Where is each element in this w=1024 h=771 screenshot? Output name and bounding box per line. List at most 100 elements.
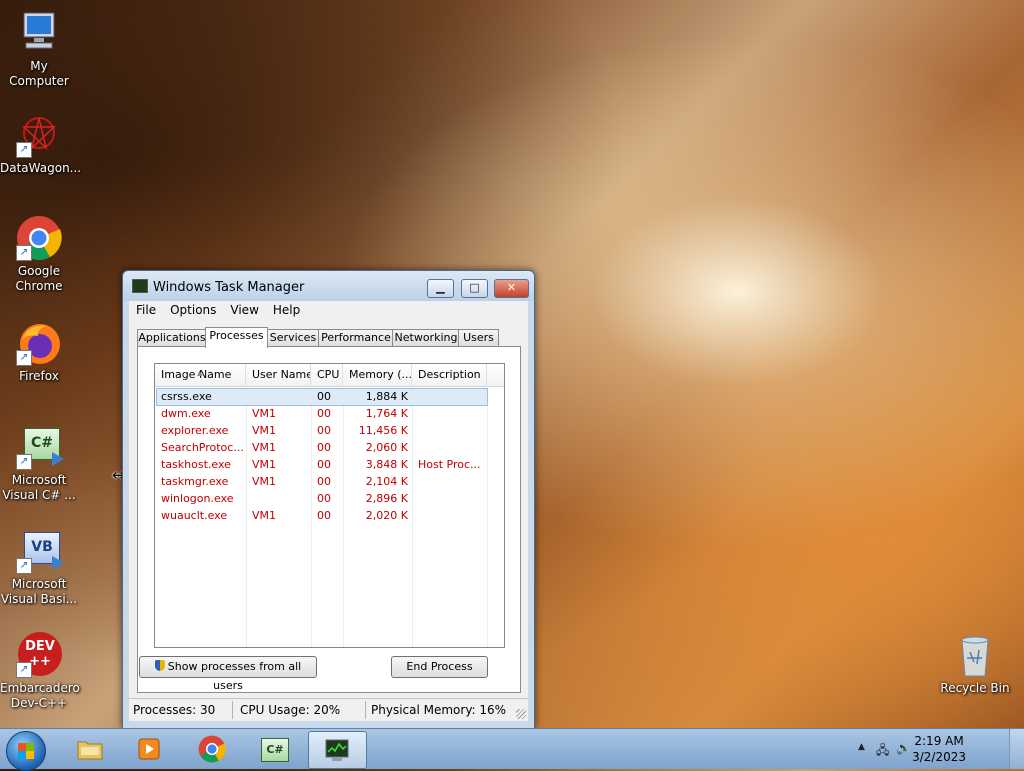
- uac-shield-icon: [154, 660, 165, 671]
- table-row[interactable]: SearchProtoc... VM1 00 2,060 K: [155, 439, 504, 456]
- window-client-area: File Options View Help Applications Process…: [129, 301, 528, 721]
- visual-csharp-icon: C#: [261, 735, 289, 763]
- tab-processes[interactable]: Processes: [205, 327, 268, 348]
- minimize-button[interactable]: ▁: [427, 279, 454, 298]
- list-header: Image Name ▲ User Name CPU Memory (... De…: [155, 364, 504, 387]
- column-header-image-name[interactable]: Image Name ▲: [155, 364, 246, 386]
- sort-up-icon: ▲: [197, 369, 203, 377]
- cell-cpu: 00: [317, 509, 331, 522]
- clock-time: 2:19 AM: [914, 734, 964, 748]
- desktop-icon-google-chrome[interactable]: ↗ Google Chrome: [0, 215, 78, 294]
- menu-help[interactable]: Help: [266, 302, 307, 318]
- tab-performance[interactable]: Performance: [318, 329, 394, 347]
- cell-name: csrss.exe: [161, 390, 212, 403]
- cell-description: [412, 389, 487, 405]
- maximize-icon: □: [469, 281, 480, 294]
- shortcut-arrow-icon: ↗: [16, 558, 32, 574]
- cell-user: VM1: [252, 475, 277, 488]
- cell-user: [246, 491, 311, 507]
- show-desktop-button[interactable]: [1009, 729, 1024, 769]
- taskbar-media-player[interactable]: [122, 731, 178, 767]
- menu-file[interactable]: File: [129, 302, 163, 318]
- windows-logo-icon: [18, 743, 34, 759]
- table-row[interactable]: taskmgr.exe VM1 00 2,104 K: [155, 473, 504, 490]
- desktop-icon-label: My Computer: [9, 59, 69, 88]
- start-button[interactable]: [6, 731, 46, 771]
- maximize-button[interactable]: □: [461, 279, 488, 298]
- arrow-icon: [52, 556, 64, 570]
- taskbar-chrome[interactable]: [184, 731, 240, 767]
- chrome-icon: [198, 735, 226, 763]
- cell-memory: 2,020 K: [365, 509, 408, 522]
- resize-grip-icon[interactable]: [516, 709, 526, 719]
- status-divider: [365, 701, 366, 719]
- tab-networking[interactable]: Networking: [392, 329, 460, 347]
- cell-cpu: 00: [317, 441, 331, 454]
- processes-panel: Image Name ▲ User Name CPU Memory (... De…: [137, 346, 521, 693]
- table-row[interactable]: wuauclt.exe VM1 00 2,020 K: [155, 507, 504, 524]
- taskbar-explorer[interactable]: [62, 731, 118, 767]
- close-button[interactable]: ✕: [494, 279, 529, 298]
- show-hidden-icons-icon[interactable]: ▲: [858, 742, 865, 752]
- column-header-memory[interactable]: Memory (...: [343, 364, 412, 386]
- menu-options[interactable]: Options: [163, 302, 223, 318]
- cell-memory: 2,060 K: [365, 441, 408, 454]
- desktop-icon-visual-csharp[interactable]: C# ↗ Microsoft Visual C# ...: [0, 424, 78, 503]
- column-header-user-name[interactable]: User Name: [246, 364, 311, 386]
- status-divider: [232, 701, 233, 719]
- table-row[interactable]: csrss.exe 00 1,884 K: [155, 388, 504, 406]
- desktop-icon-label: Firefox: [19, 369, 59, 383]
- desktop-icon-datawagon[interactable]: ↗ DataWagon...: [0, 112, 82, 176]
- status-cpu-usage: CPU Usage: 20%: [240, 703, 341, 717]
- clock-date: 3/2/2023: [912, 750, 966, 764]
- desktop-icon-my-computer[interactable]: My Computer: [0, 10, 78, 89]
- cell-user: VM1: [252, 407, 277, 420]
- cell-description: [412, 440, 487, 456]
- chrome-icon: ↗: [16, 215, 62, 261]
- process-list[interactable]: Image Name ▲ User Name CPU Memory (... De…: [154, 363, 505, 648]
- tab-users[interactable]: Users: [458, 329, 499, 347]
- dev-cpp-icon: DEV ++ ↗: [16, 632, 62, 678]
- table-row[interactable]: taskhost.exe VM1 00 3,848 K Host Proc...: [155, 456, 504, 473]
- volume-icon[interactable]: 🔊: [896, 741, 911, 755]
- cell-description: [412, 508, 487, 524]
- cell-memory: 1,764 K: [365, 407, 408, 420]
- table-row[interactable]: dwm.exe VM1 00 1,764 K: [155, 405, 504, 422]
- system-tray: ▲ 🖧 🔊 2:19 AM 3/2/2023: [854, 729, 1024, 769]
- column-header-description[interactable]: Description: [412, 364, 487, 386]
- cell-memory: 2,896 K: [365, 492, 408, 505]
- desktop-icon-label: Microsoft Visual C# ...: [2, 473, 76, 502]
- computer-icon: [16, 10, 62, 56]
- cell-name: explorer.exe: [161, 424, 229, 437]
- desktop-icon-firefox[interactable]: ↗ Firefox: [0, 320, 78, 384]
- cell-user: [246, 389, 311, 405]
- close-icon: ✕: [506, 281, 517, 294]
- cell-user: VM1: [252, 424, 277, 437]
- show-all-users-button[interactable]: Show processes from all users: [139, 656, 317, 692]
- desktop-icon-label: Recycle Bin: [940, 681, 1010, 695]
- tab-services[interactable]: Services: [266, 329, 320, 347]
- clock[interactable]: 2:19 AM 3/2/2023: [912, 733, 966, 765]
- task-manager-window[interactable]: Windows Task Manager ▁ □ ✕ File Options Vi…: [122, 270, 535, 729]
- tab-applications[interactable]: Applications: [137, 329, 207, 347]
- desktop-icon-dev-cpp[interactable]: DEV ++ ↗ Embarcadero Dev-C++: [0, 632, 80, 711]
- cell-cpu: 00: [317, 424, 331, 437]
- table-row[interactable]: winlogon.exe 00 2,896 K: [155, 490, 504, 507]
- column-header-cpu[interactable]: CPU: [311, 364, 343, 386]
- title-bar[interactable]: Windows Task Manager ▁ □ ✕: [123, 271, 534, 301]
- network-icon[interactable]: 🖧: [876, 741, 889, 762]
- desktop-icon-visual-basic[interactable]: VB ↗ Microsoft Visual Basi...: [0, 528, 78, 607]
- end-process-button[interactable]: End Process: [391, 656, 488, 678]
- arrow-icon: [52, 452, 64, 466]
- desktop-icon-recycle-bin[interactable]: Recycle Bin: [936, 632, 1014, 696]
- desktop-icon-label: DataWagon...: [0, 161, 82, 175]
- taskbar-visual-csharp[interactable]: C#: [247, 731, 303, 767]
- cell-description: [412, 491, 487, 507]
- menu-view[interactable]: View: [223, 302, 265, 318]
- cell-cpu: 00: [317, 475, 331, 488]
- desktop-icon-label: Microsoft Visual Basi...: [0, 577, 78, 606]
- taskbar-task-manager[interactable]: [308, 731, 367, 769]
- datawagon-icon: ↗: [16, 112, 62, 158]
- table-row[interactable]: explorer.exe VM1 00 11,456 K: [155, 422, 504, 439]
- desktop-icon-label: Google Chrome: [15, 264, 63, 293]
